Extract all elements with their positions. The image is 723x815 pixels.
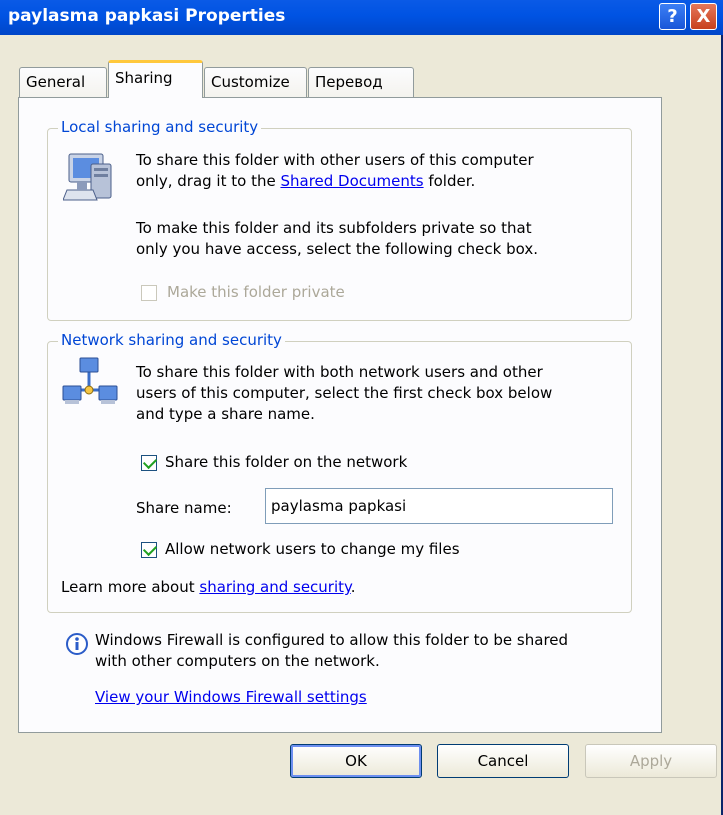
share-folder-checkbox[interactable] bbox=[141, 454, 158, 471]
learn-more-text: Learn more about sharing and security. bbox=[61, 577, 356, 598]
sharing-security-link[interactable]: sharing and security bbox=[199, 578, 350, 596]
ok-button[interactable]: OK bbox=[290, 744, 422, 778]
close-button[interactable]: X bbox=[690, 3, 717, 30]
share-folder-label: Share this folder on the network bbox=[165, 453, 408, 471]
network-text-line2: users of this computer, select the first… bbox=[136, 384, 553, 402]
title-bar[interactable]: paylasma papkasi Properties ? X bbox=[0, 0, 723, 35]
cancel-button[interactable]: Cancel bbox=[437, 744, 569, 778]
firewall-message: Windows Firewall is configured to allow … bbox=[95, 630, 568, 672]
tab-strip: General Sharing Customize Перевод bbox=[0, 60, 723, 98]
window-title: paylasma papkasi Properties bbox=[8, 6, 286, 26]
tab-customize[interactable]: Customize bbox=[204, 67, 307, 97]
local-text-line2-pre: only, drag it to the bbox=[136, 172, 281, 190]
network-sharing-legend: Network sharing and security bbox=[58, 331, 285, 349]
private-text-line2: only you have access, select the followi… bbox=[136, 240, 538, 258]
properties-dialog: paylasma papkasi Properties ? X General … bbox=[0, 0, 723, 815]
firewall-settings-link[interactable]: View your Windows Firewall settings bbox=[95, 687, 367, 708]
apply-button[interactable]: Apply bbox=[585, 744, 717, 778]
learn-more-pre: Learn more about bbox=[61, 578, 200, 596]
allow-change-label: Allow network users to change my files bbox=[165, 540, 460, 558]
sharing-tab-panel: Local sharing and security To share this… bbox=[18, 97, 662, 733]
network-text-line3: and type a share name. bbox=[136, 405, 315, 423]
local-text-line2-post: folder. bbox=[423, 172, 476, 190]
share-name-label: Share name: bbox=[136, 499, 232, 517]
learn-more-post: . bbox=[350, 578, 356, 596]
network-sharing-text: To share this folder with both network u… bbox=[136, 362, 552, 425]
checkmark-icon bbox=[142, 541, 158, 557]
local-sharing-text-2: To make this folder and its subfolders p… bbox=[136, 218, 538, 260]
allow-change-checkbox[interactable] bbox=[141, 541, 158, 558]
share-name-input[interactable]: paylasma papkasi bbox=[265, 488, 613, 524]
network-computers-icon bbox=[62, 357, 118, 404]
local-sharing-legend: Local sharing and security bbox=[58, 118, 262, 136]
tab-sharing[interactable]: Sharing bbox=[108, 60, 203, 98]
local-text-line2: only, drag it to the Shared Documents fo… bbox=[136, 171, 534, 192]
network-text-line1: To share this folder with both network u… bbox=[136, 363, 543, 381]
info-icon bbox=[66, 633, 88, 655]
computer-icon bbox=[63, 153, 112, 201]
make-private-label: Make this folder private bbox=[167, 283, 345, 301]
private-text-line1: To make this folder and its subfolders p… bbox=[136, 219, 532, 237]
firewall-line1: Windows Firewall is configured to allow … bbox=[95, 631, 569, 649]
local-sharing-text-1: To share this folder with other users of… bbox=[136, 150, 534, 192]
tab-general[interactable]: General bbox=[19, 67, 107, 97]
tab-perevod[interactable]: Перевод bbox=[308, 67, 414, 97]
help-button[interactable]: ? bbox=[659, 3, 686, 30]
shared-documents-link[interactable]: Shared Documents bbox=[280, 172, 423, 190]
make-private-checkbox[interactable] bbox=[141, 285, 157, 301]
firewall-line2: with other computers on the network. bbox=[95, 652, 380, 670]
checkmark-icon bbox=[142, 454, 158, 470]
local-text-line1: To share this folder with other users of… bbox=[136, 151, 534, 169]
